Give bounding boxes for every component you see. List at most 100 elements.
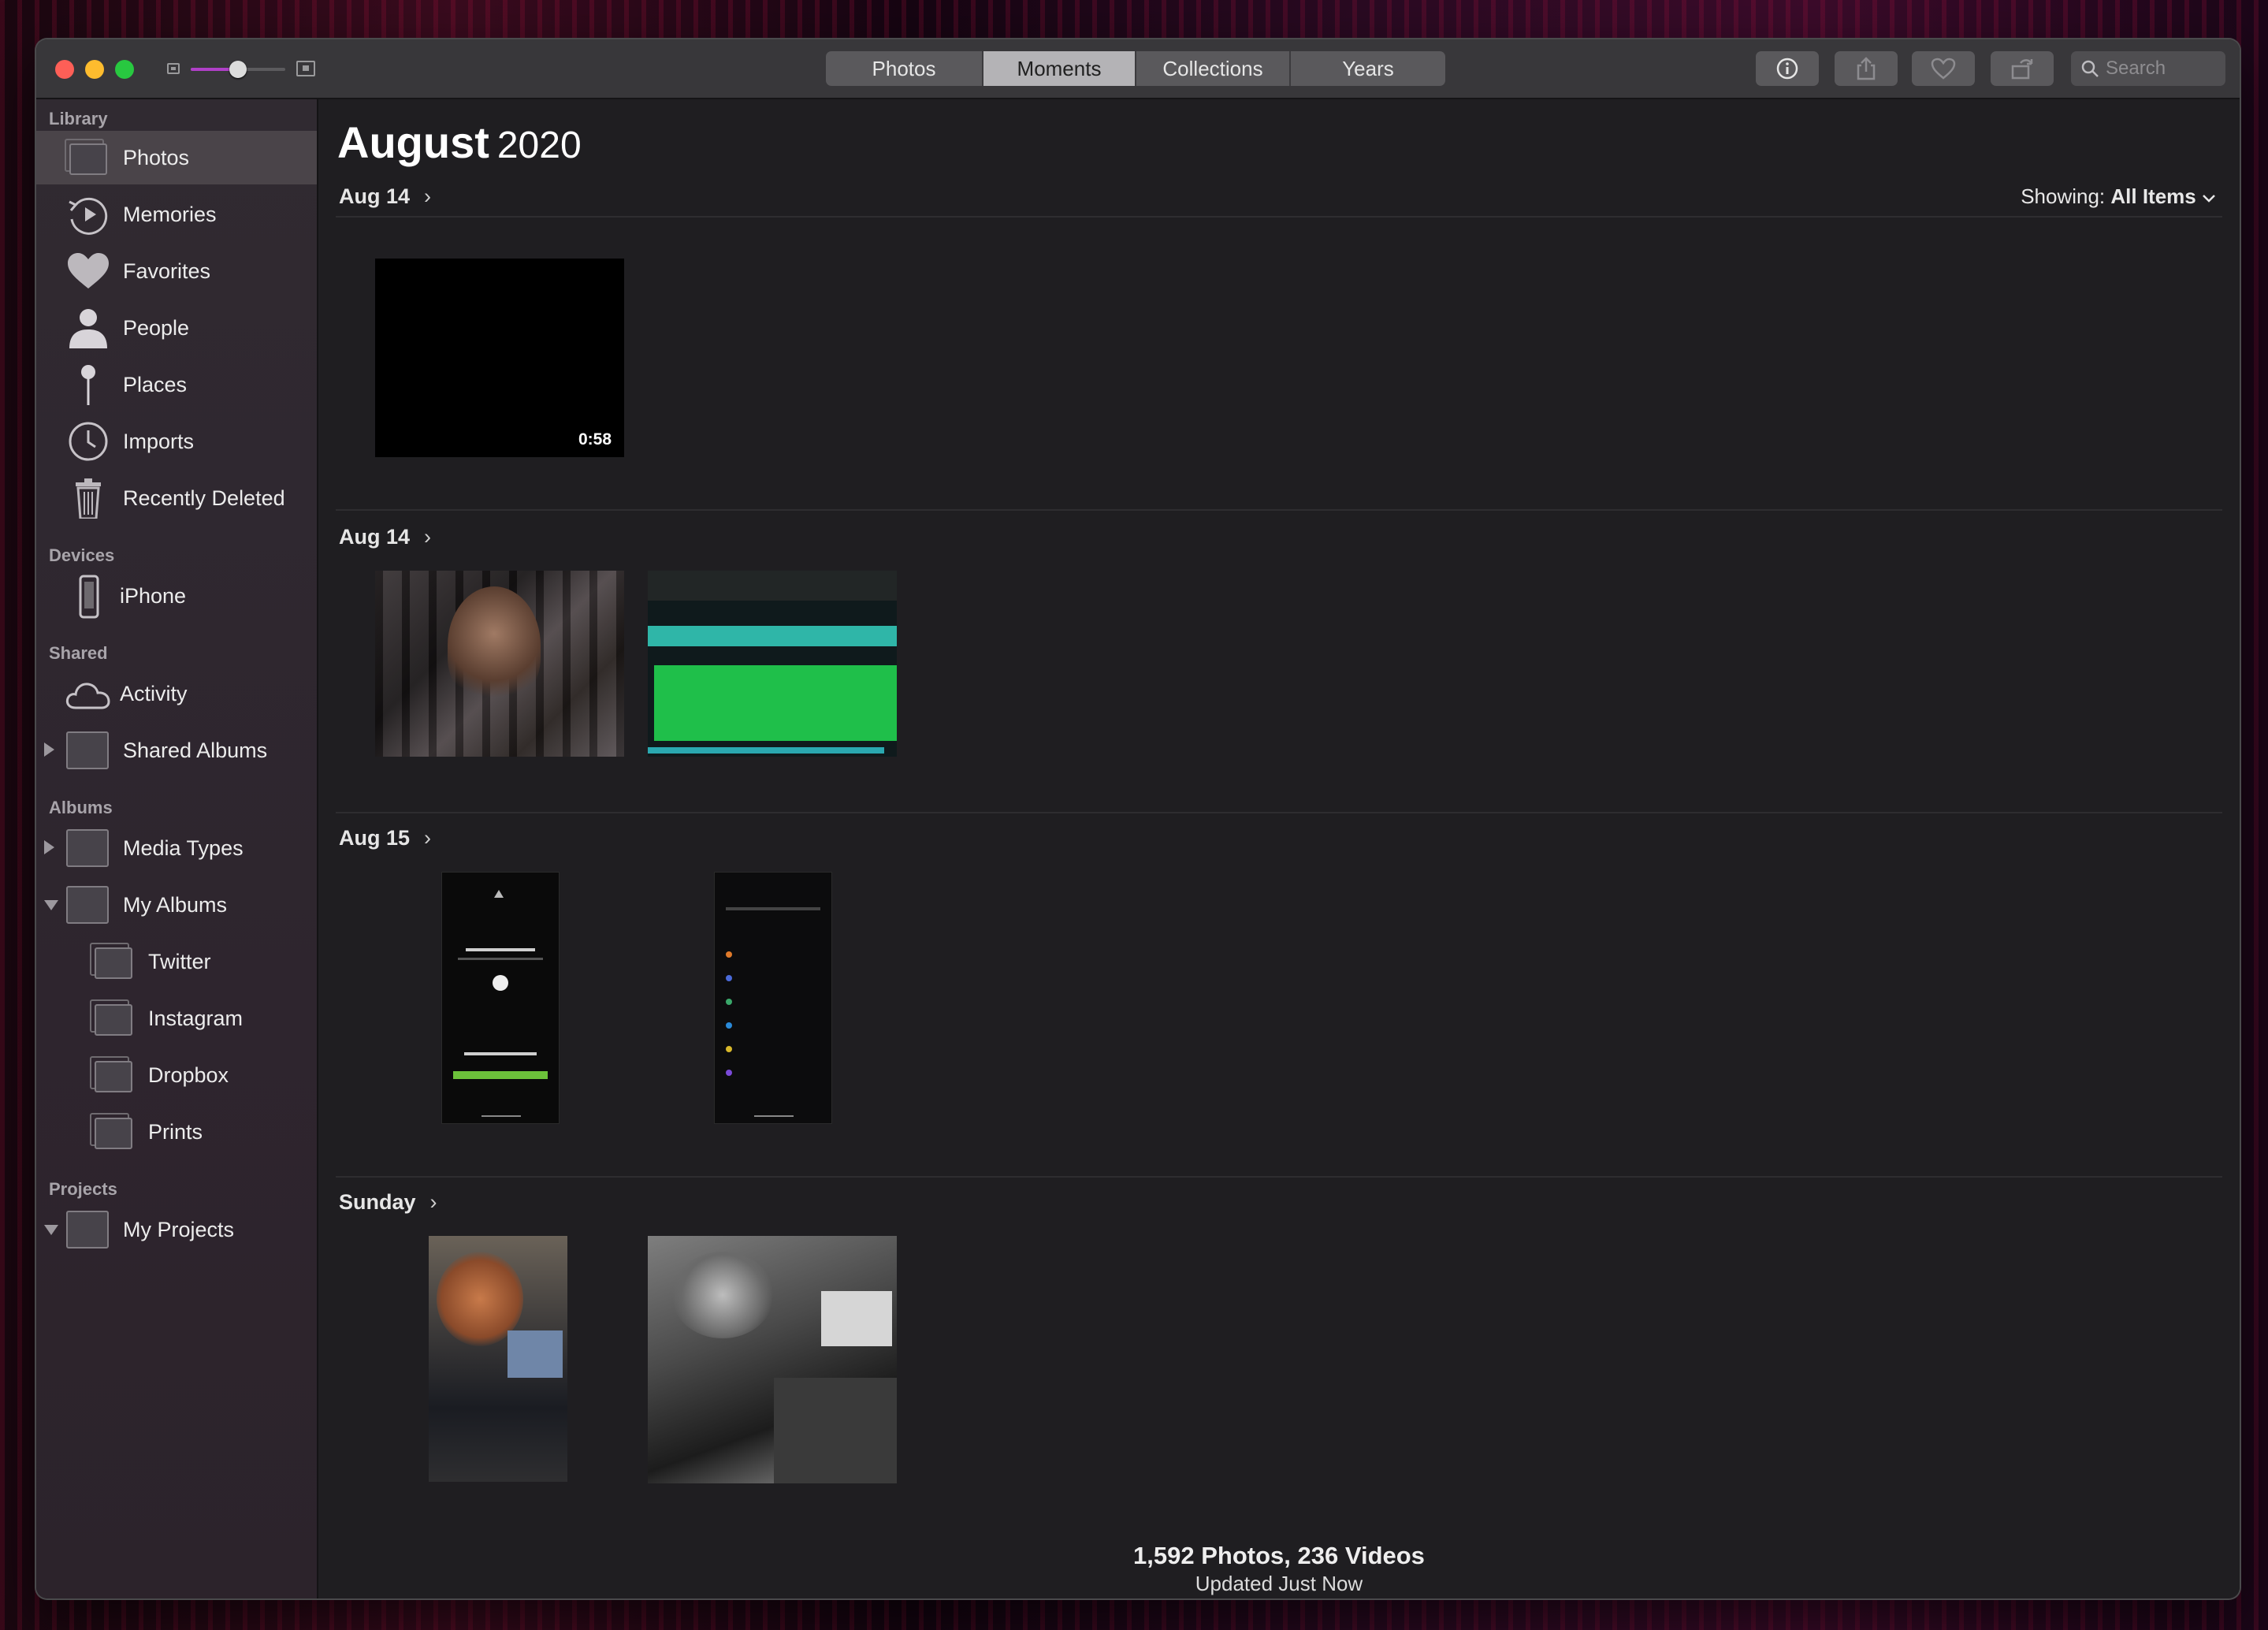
sidebar-item-activity[interactable]: Activity bbox=[36, 667, 317, 720]
photo-thumbnail[interactable] bbox=[648, 571, 897, 757]
screenshot-thumbnail[interactable] bbox=[441, 872, 560, 1124]
person-icon bbox=[69, 309, 107, 348]
screenshot-text-line bbox=[458, 958, 543, 960]
trash-icon bbox=[76, 478, 101, 519]
photo-subject bbox=[448, 586, 541, 705]
sidebar-item-imports[interactable]: Imports bbox=[36, 415, 317, 468]
disclosure-triangle[interactable] bbox=[44, 1225, 58, 1235]
maximize-button[interactable] bbox=[115, 60, 134, 79]
search-input[interactable] bbox=[2104, 57, 2218, 80]
photos-icon bbox=[65, 137, 112, 178]
toolbar: Photos Moments Collections Years bbox=[36, 39, 2240, 99]
disclosure-triangle[interactable] bbox=[44, 840, 54, 854]
home-indicator bbox=[481, 1115, 521, 1117]
sidebar-item-label: Memories bbox=[123, 202, 217, 226]
search-field[interactable] bbox=[2071, 51, 2225, 86]
info-button[interactable] bbox=[1756, 51, 1819, 86]
moment-title: Sunday bbox=[339, 1190, 416, 1214]
tab-moments[interactable]: Moments bbox=[983, 51, 1136, 86]
zoom-out-icon[interactable] bbox=[167, 63, 180, 74]
sidebar-item-label: My Albums bbox=[123, 892, 228, 917]
share-button[interactable] bbox=[1835, 51, 1898, 86]
sidebar-item-instagram[interactable]: Instagram bbox=[36, 992, 317, 1045]
zoom-in-icon[interactable] bbox=[296, 61, 315, 76]
close-button[interactable] bbox=[55, 60, 74, 79]
view-segmented-control: Photos Moments Collections Years bbox=[826, 51, 1445, 86]
pin-icon bbox=[81, 365, 95, 405]
sidebar-item-people[interactable]: People bbox=[36, 301, 317, 355]
list-dot bbox=[726, 975, 732, 981]
photo-thumbnail[interactable] bbox=[429, 1236, 567, 1482]
disclosure-triangle[interactable] bbox=[44, 742, 54, 757]
favorite-button[interactable] bbox=[1912, 51, 1975, 86]
sidebar-item-photos[interactable]: Photos bbox=[36, 131, 317, 184]
album-icon bbox=[90, 998, 137, 1039]
chevron-right-icon: › bbox=[424, 525, 432, 549]
sidebar-item-my-projects[interactable]: My Projects bbox=[36, 1203, 317, 1256]
sidebar-item-recently-deleted[interactable]: Recently Deleted bbox=[36, 471, 317, 525]
moment-header[interactable]: Aug 14 › bbox=[339, 525, 431, 549]
list-dot bbox=[726, 1046, 732, 1052]
list-dot bbox=[726, 999, 732, 1005]
sidebar-item-places[interactable]: Places bbox=[36, 358, 317, 411]
sidebar-item-dropbox[interactable]: Dropbox bbox=[36, 1048, 317, 1102]
rotate-button[interactable] bbox=[1991, 51, 2054, 86]
info-icon bbox=[1776, 58, 1798, 80]
sidebar: Library Photos Memories Favorites People… bbox=[36, 99, 318, 1598]
sidebar-item-label: Favorites bbox=[123, 259, 211, 283]
section-header-projects: Projects bbox=[49, 1179, 117, 1199]
title-month: August bbox=[337, 117, 489, 167]
moment-divider bbox=[336, 1176, 2222, 1178]
moment-header[interactable]: Sunday › bbox=[339, 1190, 437, 1215]
moment-title: Aug 15 bbox=[339, 826, 411, 850]
screenshot-button bbox=[453, 1071, 548, 1079]
chevron-right-icon: › bbox=[424, 184, 432, 208]
screenshot-text-line bbox=[726, 907, 820, 910]
tab-years[interactable]: Years bbox=[1291, 51, 1445, 86]
chevron-right-icon: › bbox=[424, 826, 432, 850]
moment-title: Aug 14 bbox=[339, 525, 411, 549]
heart-icon bbox=[68, 253, 109, 288]
title-year: 2020 bbox=[496, 125, 582, 166]
moment-header[interactable]: Aug 14 › bbox=[339, 184, 431, 209]
photo-content bbox=[648, 747, 884, 754]
photo-content bbox=[648, 626, 897, 646]
section-header-devices: Devices bbox=[49, 545, 115, 565]
sidebar-item-label: Dropbox bbox=[148, 1062, 229, 1087]
showing-filter[interactable]: Showing: All Items bbox=[2021, 184, 2216, 209]
disclosure-triangle[interactable] bbox=[44, 900, 58, 910]
sidebar-item-prints[interactable]: Prints bbox=[36, 1105, 317, 1159]
share-icon bbox=[1857, 57, 1876, 80]
photo-thumbnail[interactable] bbox=[648, 1236, 897, 1483]
video-thumbnail[interactable]: 0:58 bbox=[375, 259, 624, 457]
album-icon bbox=[90, 1111, 137, 1152]
screenshot-thumbnail[interactable] bbox=[714, 872, 832, 1124]
sidebar-item-label: Imports bbox=[123, 429, 195, 453]
sidebar-item-iphone[interactable]: iPhone bbox=[36, 569, 317, 623]
sidebar-item-label: Shared Albums bbox=[123, 738, 268, 762]
heart-icon bbox=[1931, 58, 1956, 80]
page-title: August 2020 bbox=[337, 117, 582, 168]
photo-thumbnail[interactable] bbox=[375, 571, 624, 757]
sidebar-item-memories[interactable]: Memories bbox=[36, 188, 317, 241]
photo-content bbox=[648, 571, 897, 601]
tab-collections[interactable]: Collections bbox=[1136, 51, 1291, 86]
minimize-button[interactable] bbox=[85, 60, 104, 79]
library-count: 1,592 Photos, 236 Videos bbox=[1133, 1542, 1425, 1569]
sidebar-item-media-types[interactable]: Media Types bbox=[36, 821, 317, 875]
sidebar-item-label: My Projects bbox=[123, 1217, 235, 1241]
section-header-shared: Shared bbox=[49, 643, 108, 663]
sidebar-item-my-albums[interactable]: My Albums bbox=[36, 878, 317, 932]
sidebar-item-twitter[interactable]: Twitter bbox=[36, 935, 317, 988]
tab-photos[interactable]: Photos bbox=[826, 51, 983, 86]
album-icon bbox=[90, 941, 137, 982]
zoom-slider[interactable] bbox=[191, 61, 285, 78]
list-dot bbox=[726, 951, 732, 958]
sidebar-item-shared-albums[interactable]: Shared Albums bbox=[36, 724, 317, 777]
rotate-icon bbox=[2011, 59, 2033, 80]
moment-title: Aug 14 bbox=[339, 184, 411, 208]
zoom-slider-knob[interactable] bbox=[229, 61, 247, 78]
sidebar-item-favorites[interactable]: Favorites bbox=[36, 244, 317, 298]
sidebar-item-label: Recently Deleted bbox=[123, 486, 285, 510]
moment-header[interactable]: Aug 15 › bbox=[339, 826, 431, 850]
